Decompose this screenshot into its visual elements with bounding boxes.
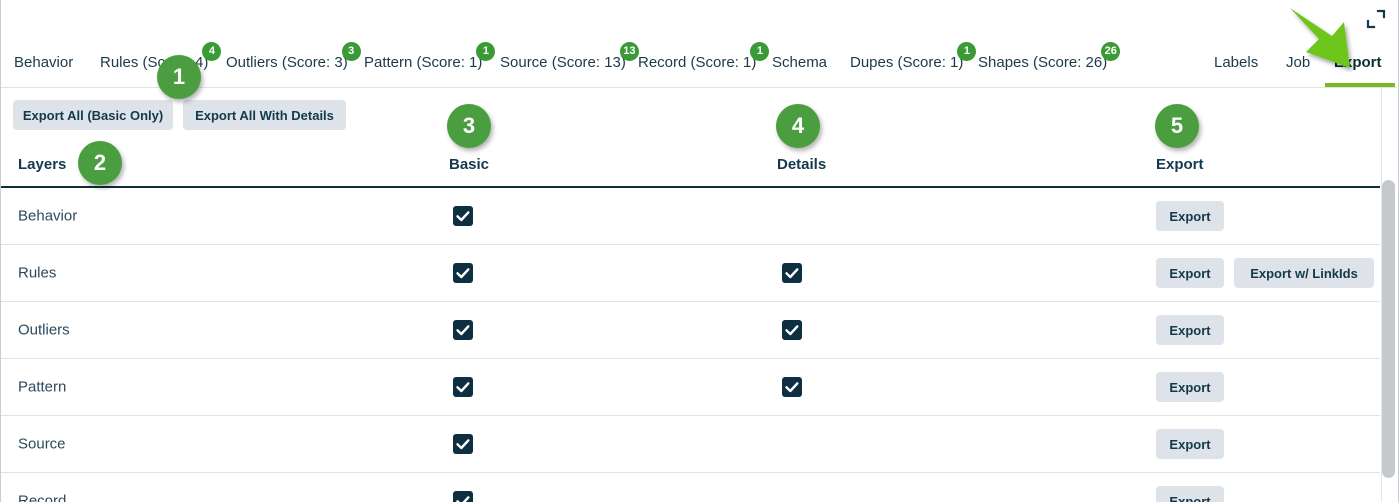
tab-label: Source (Score: 13) bbox=[500, 54, 626, 71]
layer-name: Outliers bbox=[18, 321, 70, 339]
vertical-scrollbar-thumb[interactable] bbox=[1382, 180, 1395, 478]
tab-label: Labels bbox=[1214, 54, 1259, 71]
layer-name: Record bbox=[18, 492, 67, 502]
layer-name: Behavior bbox=[18, 207, 78, 225]
tab-source[interactable]: Source (Score: 13) 13 bbox=[500, 42, 639, 73]
details-checkbox[interactable] bbox=[782, 320, 802, 340]
row-export-button-0[interactable]: Export bbox=[1156, 372, 1224, 402]
tab-score-badge: 3 bbox=[341, 42, 361, 61]
table-row: Behavior Export bbox=[1, 188, 1380, 245]
tab-score-badge: 1 bbox=[750, 42, 770, 61]
basic-checkbox[interactable] bbox=[453, 320, 473, 340]
table-row: Rules Export Export w/ LinkIds bbox=[1, 245, 1380, 302]
basic-checkbox[interactable] bbox=[453, 434, 473, 454]
tab-score-badge: 4 bbox=[202, 42, 222, 61]
tab-label: Record (Score: 1) bbox=[638, 54, 757, 71]
tab-label: Dupes (Score: 1) bbox=[850, 54, 964, 71]
table-row: Outliers Export bbox=[1, 302, 1380, 359]
column-header-basic: Basic bbox=[449, 156, 490, 173]
tab-label-wrap: Outliers (Score: 3) 3 bbox=[226, 42, 361, 73]
column-header-export: Export bbox=[1156, 156, 1204, 173]
tab-label-wrap: Schema bbox=[772, 53, 827, 73]
active-tab-underline bbox=[1325, 83, 1395, 87]
layer-name: Pattern bbox=[18, 378, 67, 396]
tab-label: Behavior bbox=[14, 54, 74, 71]
tab-behavior[interactable]: Behavior bbox=[14, 53, 73, 73]
annotation-step-5: 5 bbox=[1155, 104, 1199, 148]
tab-label-wrap: Shapes (Score: 26) 26 bbox=[978, 42, 1121, 73]
table-row: Source Export bbox=[1, 416, 1380, 473]
tab-job[interactable]: Job bbox=[1286, 53, 1310, 73]
row-export-button-0[interactable]: Export bbox=[1156, 429, 1224, 459]
export-all-button-0[interactable]: Export All (Basic Only) bbox=[13, 100, 173, 130]
table-row: Pattern Export bbox=[1, 359, 1380, 416]
tab-label: Schema bbox=[772, 54, 828, 71]
export-all-button-1[interactable]: Export All With Details bbox=[183, 100, 346, 130]
table-row: Record Export bbox=[1, 473, 1380, 502]
export-panel: Behavior Rules (Score: 4) 4 Outliers (Score… bbox=[0, 0, 1399, 502]
row-export-button-0[interactable]: Export bbox=[1156, 201, 1224, 231]
tab-labels[interactable]: Labels bbox=[1214, 53, 1258, 73]
tab-label: Shapes (Score: 26) bbox=[978, 54, 1108, 71]
row-export-button-0[interactable]: Export bbox=[1156, 486, 1224, 502]
tab-label: Outliers (Score: 3) bbox=[226, 54, 348, 71]
tab-label: Export bbox=[1334, 54, 1382, 71]
vertical-scrollbar-track[interactable] bbox=[1381, 88, 1398, 502]
tab-score-badge: 1 bbox=[957, 42, 977, 61]
column-header-layers: Layers bbox=[18, 156, 67, 173]
tab-label-wrap: Behavior bbox=[14, 53, 73, 73]
annotation-step-1: 1 bbox=[157, 55, 201, 99]
tab-label: Pattern (Score: 1) bbox=[364, 54, 483, 71]
basic-checkbox[interactable] bbox=[453, 491, 473, 502]
basic-checkbox[interactable] bbox=[453, 377, 473, 397]
tab-label-wrap: Source (Score: 13) 13 bbox=[500, 42, 639, 73]
tab-bar: Behavior Rules (Score: 4) 4 Outliers (Score… bbox=[1, 0, 1397, 88]
basic-checkbox[interactable] bbox=[453, 206, 473, 226]
tab-score-badge: 26 bbox=[1101, 42, 1121, 61]
table-column-headers: Layers Basic Details Export bbox=[1, 152, 1397, 184]
annotation-step-3: 3 bbox=[447, 104, 491, 148]
tab-label-wrap: Pattern (Score: 1) 1 bbox=[364, 42, 496, 73]
tab-label-wrap: Record (Score: 1) 1 bbox=[638, 42, 770, 73]
tab-outliers[interactable]: Outliers (Score: 3) 3 bbox=[226, 42, 361, 73]
tab-score-badge: 1 bbox=[476, 42, 496, 61]
tab-shapes[interactable]: Shapes (Score: 26) 26 bbox=[978, 42, 1121, 73]
details-checkbox[interactable] bbox=[782, 377, 802, 397]
tab-dupes[interactable]: Dupes (Score: 1) 1 bbox=[850, 42, 977, 73]
row-export-button-1[interactable]: Export w/ LinkIds bbox=[1234, 258, 1374, 288]
tab-export[interactable]: Export bbox=[1334, 53, 1382, 73]
expand-fullscreen-icon[interactable] bbox=[1365, 8, 1387, 30]
layer-name: Rules bbox=[18, 264, 57, 282]
tab-record[interactable]: Record (Score: 1) 1 bbox=[638, 42, 770, 73]
row-export-button-0[interactable]: Export bbox=[1156, 315, 1224, 345]
column-header-details: Details bbox=[777, 156, 827, 173]
tab-label-wrap: Dupes (Score: 1) 1 bbox=[850, 42, 977, 73]
tab-score-badge: 13 bbox=[619, 42, 639, 61]
tab-label: Job bbox=[1286, 54, 1311, 71]
layer-name: Source bbox=[18, 435, 66, 453]
annotation-step-2: 2 bbox=[78, 141, 122, 185]
basic-checkbox[interactable] bbox=[453, 263, 473, 283]
tab-pattern[interactable]: Pattern (Score: 1) 1 bbox=[364, 42, 496, 73]
tab-schema[interactable]: Schema bbox=[772, 53, 827, 73]
annotation-step-4: 4 bbox=[776, 104, 820, 148]
row-export-button-0[interactable]: Export bbox=[1156, 258, 1224, 288]
details-checkbox[interactable] bbox=[782, 263, 802, 283]
